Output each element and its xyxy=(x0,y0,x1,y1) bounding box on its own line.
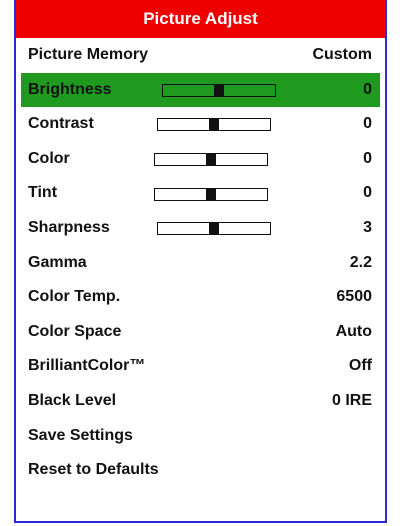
menu-item-label: BrilliantColor™ xyxy=(28,357,146,375)
menu-item-label: Color Space xyxy=(28,322,122,340)
menu-item-value: 0 xyxy=(363,80,372,98)
menu-item-sharpness[interactable]: Sharpness 3 xyxy=(21,211,380,246)
menu-item-brilliantcolor[interactable]: BrilliantColor™ Off xyxy=(21,349,380,384)
tint-slider[interactable] xyxy=(154,187,268,201)
menu-item-label: Save Settings xyxy=(28,426,133,444)
menu-item-value: 6500 xyxy=(336,288,372,306)
color-slider[interactable] xyxy=(154,153,268,167)
menu-item-label: Brightness xyxy=(28,80,112,98)
slider-thumb[interactable] xyxy=(206,187,216,201)
menu-item-value: 0 xyxy=(363,115,372,133)
menu-item-label: Picture Memory xyxy=(28,46,149,63)
menu-item-contrast[interactable]: Contrast 0 xyxy=(21,107,380,142)
sharpness-slider[interactable] xyxy=(157,222,271,236)
menu-item-label: Tint xyxy=(28,184,58,202)
menu-item-gamma[interactable]: Gamma 2.2 xyxy=(21,246,380,281)
menu-item-color-temp[interactable]: Color Temp. 6500 xyxy=(21,280,380,315)
menu-item-value: 3 xyxy=(363,218,372,236)
menu-item-value: 0 xyxy=(363,149,372,167)
contrast-slider[interactable] xyxy=(157,118,271,132)
menu-item-label: Black Level xyxy=(28,391,117,409)
menu-item-picture-memory[interactable]: Picture Memory Custom xyxy=(21,38,380,73)
menu-item-value: Auto xyxy=(335,322,372,340)
menu-item-black-level[interactable]: Black Level 0 IRE xyxy=(21,384,380,419)
menu-item-color-space[interactable]: Color Space Auto xyxy=(21,315,380,350)
menu-item-value: 0 xyxy=(363,184,372,202)
menu-item-label: Color xyxy=(28,149,70,167)
brightness-slider[interactable] xyxy=(162,83,276,97)
menu-item-label: Contrast xyxy=(28,115,94,133)
menu-item-label: Reset to Defaults xyxy=(28,461,159,479)
menu-item-label: Color Temp. xyxy=(28,288,121,306)
menu-item-color[interactable]: Color 0 xyxy=(21,142,380,177)
menu-item-save-settings[interactable]: Save Settings xyxy=(21,419,380,454)
slider-thumb[interactable] xyxy=(209,222,219,236)
picture-adjust-menu: Picture Adjust Picture Memory Custom Bri… xyxy=(14,0,387,523)
menu-item-value: 2.2 xyxy=(349,253,372,271)
menu-item-brightness[interactable]: Brightness 0 xyxy=(21,72,380,108)
slider-thumb[interactable] xyxy=(209,118,219,132)
menu-item-value: Custom xyxy=(312,46,372,63)
menu-item-tint[interactable]: Tint 0 xyxy=(21,176,380,211)
menu-title: Picture Adjust xyxy=(16,0,385,38)
menu-item-reset-to-defaults[interactable]: Reset to Defaults xyxy=(21,453,380,488)
slider-thumb[interactable] xyxy=(206,153,216,167)
menu-item-label: Sharpness xyxy=(28,218,110,236)
slider-thumb[interactable] xyxy=(214,83,224,97)
menu-item-value: 0 IRE xyxy=(331,391,372,409)
menu-item-value: Off xyxy=(348,357,372,375)
menu-item-label: Gamma xyxy=(28,253,87,271)
